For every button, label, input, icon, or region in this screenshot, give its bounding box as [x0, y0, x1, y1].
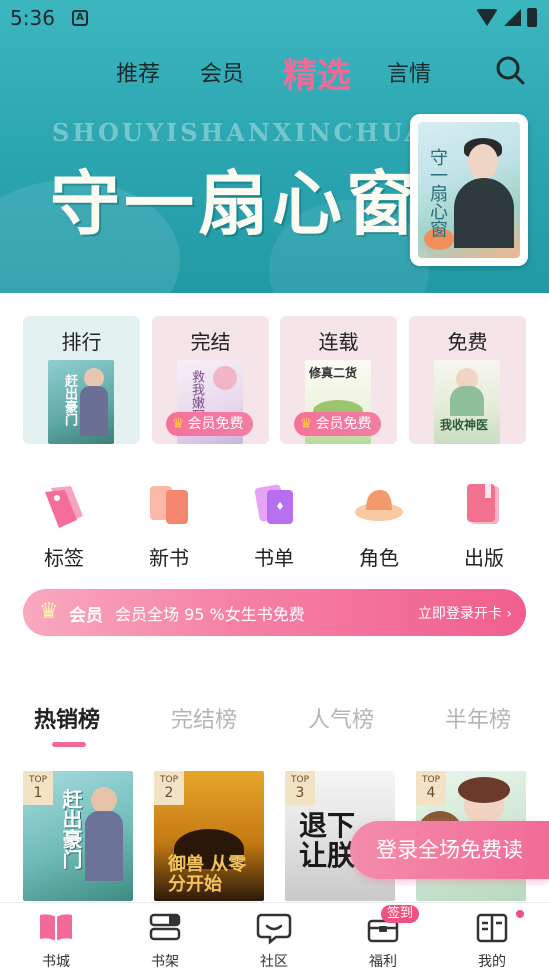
category-completed[interactable]: 完结 救我嫩野 ♛ 会员免费 [152, 316, 269, 444]
cover-title: 赶出豪门 [62, 374, 77, 426]
book-cover: 赶出豪门 [48, 360, 114, 444]
new-book-icon [150, 486, 188, 524]
crown-icon: ♛ [172, 416, 185, 432]
rank-tab-popular[interactable]: 人气榜 [308, 702, 374, 734]
cover-title: 修真二货 [309, 366, 358, 380]
bookshelf-icon [149, 913, 181, 941]
category-free[interactable]: 免费 我收神医 [409, 316, 526, 444]
book-cover-art: 守一扇心窗 [418, 122, 520, 258]
cover-title: 赶出豪门 [59, 789, 83, 869]
bottom-nav-label: 社区 [260, 954, 288, 970]
hero-banner[interactable]: 5:36 A 推荐 会员 精选 言情 SHOUYISHANXINCHUANG 守… [0, 0, 549, 293]
quick-link-characters[interactable]: 角色 [339, 478, 419, 570]
category-ranking[interactable]: 排行 赶出豪门 [23, 316, 140, 444]
bottom-nav-label: 书架 [151, 954, 179, 970]
tab-member[interactable]: 会员 [200, 56, 244, 88]
book-list-icon [254, 484, 293, 524]
book-cover: 我收神医 [434, 360, 500, 444]
top-book-2[interactable]: TOP 2 御兽 从零分开始 [154, 771, 264, 901]
category-serial[interactable]: 连载 修真二货 ♛ 会员免费 [280, 316, 397, 444]
quick-link-book-lists[interactable]: 书单 [234, 478, 314, 570]
character-hat-icon [355, 490, 403, 521]
category-label: 完结 [190, 330, 231, 354]
cover-title: 御兽 从零分开始 [168, 854, 247, 895]
member-free-badge: ♛ 会员免费 [294, 412, 381, 436]
wifi-icon [476, 9, 498, 26]
battery-icon [527, 8, 537, 27]
crown-icon: ♛ [300, 416, 313, 432]
quick-link-label: 角色 [359, 546, 399, 570]
app-notification-icon: A [72, 10, 88, 26]
bottom-nav-label: 我的 [478, 954, 506, 970]
rank-badge: TOP 2 [154, 771, 184, 805]
quick-link-publishing[interactable]: 出版 [444, 478, 524, 570]
bottom-nav-bookstore[interactable]: 书城 [16, 903, 96, 976]
checkin-badge: 签到 [381, 905, 420, 923]
quick-link-label: 标签 [44, 546, 84, 570]
quick-link-label: 书单 [254, 546, 294, 570]
signal-icon [504, 9, 521, 26]
vip-login-link[interactable]: 立即登录开卡 › [418, 603, 512, 623]
quick-link-tags[interactable]: 标签 [24, 478, 104, 570]
publish-icon [467, 484, 499, 524]
crown-icon: ♛ [39, 599, 59, 624]
status-time: 5:36 [10, 6, 55, 30]
vip-label: 会员 [69, 606, 103, 626]
quick-link-new-books[interactable]: 新书 [129, 478, 209, 570]
bottom-nav-bookshelf[interactable]: 书架 [125, 903, 205, 976]
system-icons [476, 8, 537, 27]
notification-dot [516, 910, 524, 918]
status-bar: 5:36 A [0, 0, 549, 38]
quick-link-label: 出版 [464, 546, 504, 570]
bottom-nav-label: 书城 [42, 954, 70, 970]
rank-tab-half-year[interactable]: 半年榜 [445, 702, 511, 734]
category-label: 连载 [318, 330, 359, 354]
rank-tab-completed[interactable]: 完结榜 [171, 702, 237, 734]
cover-title: 我收神医 [440, 418, 489, 432]
member-free-badge: ♛ 会员免费 [166, 412, 253, 436]
tab-featured[interactable]: 精选 [283, 48, 351, 97]
category-label: 排行 [61, 330, 102, 354]
login-free-read-button[interactable]: 登录全场免费读 [350, 821, 549, 879]
tab-recommend[interactable]: 推荐 [116, 56, 160, 88]
bottom-nav-community[interactable]: 社区 [234, 903, 314, 976]
search-icon[interactable] [494, 54, 526, 86]
rank-badge: TOP 1 [23, 771, 53, 805]
bookstore-icon [40, 914, 72, 941]
rank-badge: TOP 3 [285, 771, 315, 805]
bottom-nav-label: 福利 [369, 954, 397, 970]
bottom-nav: 书城 书架 社区 签到 福利 我的 [0, 902, 549, 976]
tag-icon [45, 486, 83, 528]
rank-badge: TOP 4 [416, 771, 446, 805]
top-nav: 推荐 会员 精选 言情 [0, 48, 549, 96]
quick-link-label: 新书 [149, 546, 189, 570]
top-book-1[interactable]: TOP 1 赶出豪门 [23, 771, 133, 901]
banner-book-cover[interactable]: 守一扇心窗 [410, 114, 528, 266]
vip-promo-text: 会员全场 95 %女生书免费 [115, 605, 305, 624]
rank-tab-bestseller[interactable]: 热销榜 [34, 702, 100, 734]
category-label: 免费 [447, 330, 488, 354]
banner-book-title: 守一扇心窗 [427, 148, 448, 238]
tab-romance[interactable]: 言情 [387, 56, 431, 88]
bottom-nav-welfare[interactable]: 签到 福利 [343, 903, 423, 976]
profile-icon [476, 913, 508, 943]
vip-banner[interactable]: ♛ 会员 会员全场 95 %女生书免费 立即登录开卡 › [23, 589, 526, 636]
community-icon [256, 913, 292, 945]
active-tab-indicator [52, 742, 86, 747]
banner-title: 守一扇心窗 [50, 162, 420, 245]
